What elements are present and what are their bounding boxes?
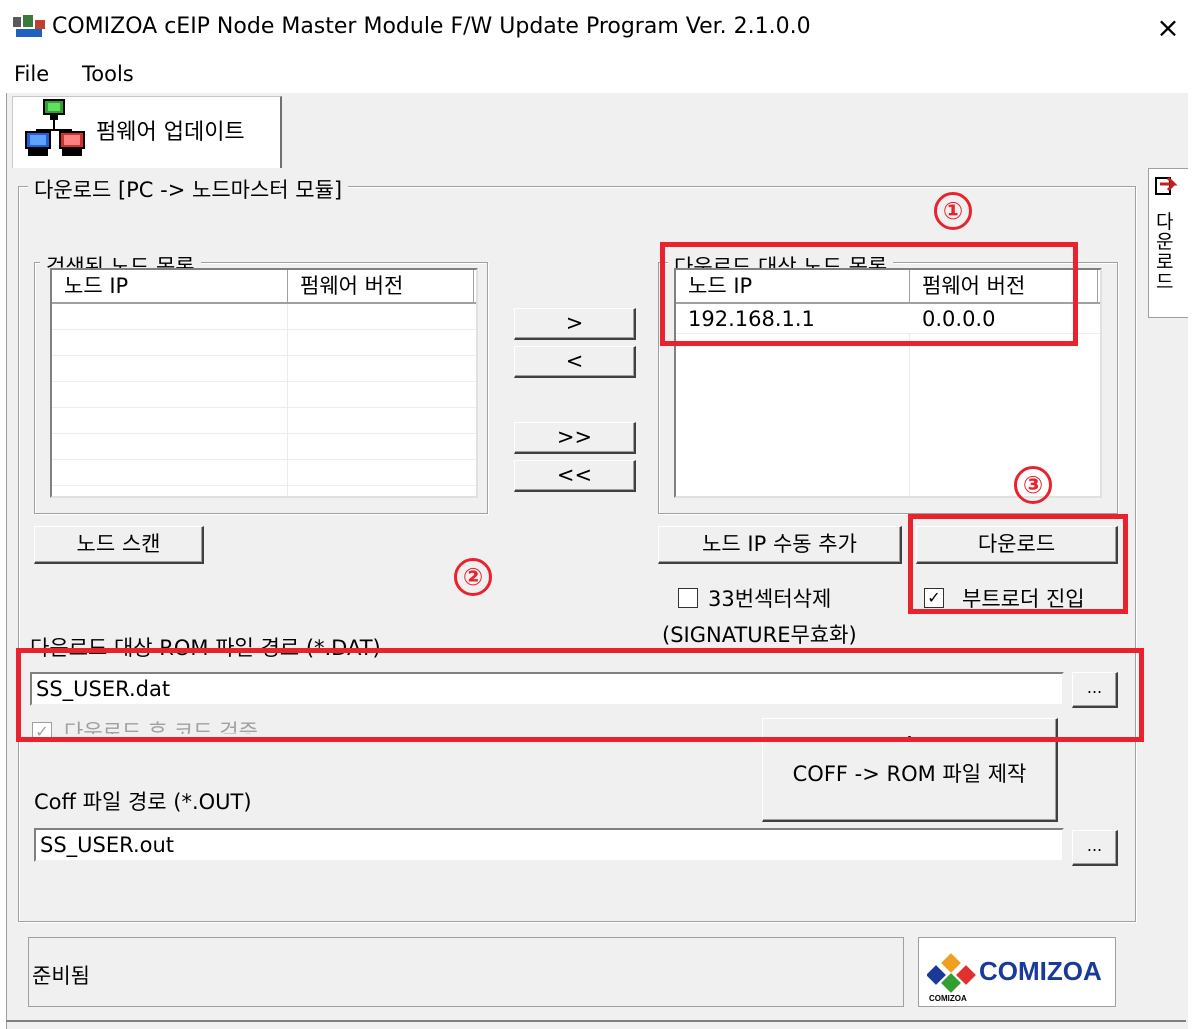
window-title: COMIZOA cEIP Node Master Module F/W Upda… xyxy=(52,14,811,39)
column-header-node-ip[interactable]: 노드 IP xyxy=(52,270,288,302)
coff-browse-button[interactable]: ... xyxy=(1072,830,1118,866)
annotation-box-1 xyxy=(660,242,1078,346)
column-header-fw-version[interactable]: 펌웨어 버전 xyxy=(288,270,474,302)
node-scan-button[interactable]: 노드 스캔 xyxy=(34,526,204,564)
delete-sector33-label: 33번섹터삭제 xyxy=(708,587,832,611)
tab-download-label: 다운로드 xyxy=(1156,211,1174,293)
move-left-button[interactable]: < xyxy=(514,346,636,378)
coff-path-input[interactable]: SS_USER.out xyxy=(34,828,1064,862)
download-arrow-icon xyxy=(1155,176,1178,195)
searched-nodes-list[interactable]: 노드 IP 펌웨어 버전 xyxy=(50,268,478,498)
divider xyxy=(6,1020,1186,1022)
signature-note: (SIGNATURE무효화) xyxy=(662,623,857,647)
menu-file[interactable]: File xyxy=(14,62,49,86)
list-header: 노드 IP 펌웨어 버전 xyxy=(52,270,476,304)
menu-bar xyxy=(0,56,1192,92)
delete-sector33-checkbox[interactable] xyxy=(678,588,698,608)
menu-tools[interactable]: Tools xyxy=(82,62,134,86)
status-text: 준비됨 xyxy=(32,964,90,988)
app-icon xyxy=(13,15,45,37)
move-all-right-button[interactable]: >> xyxy=(514,422,636,454)
tab-firmware-update-label: 펌웨어 업데이트 xyxy=(96,120,245,145)
logo-subtext: COMIZOA xyxy=(929,994,967,1003)
empty-rows xyxy=(52,304,476,496)
status-panel xyxy=(28,937,904,1007)
annotation-marker-2: ② xyxy=(454,558,492,596)
logo-mark-icon xyxy=(927,953,976,993)
move-right-button[interactable]: > xyxy=(514,308,636,340)
annotation-box-2 xyxy=(16,648,1144,742)
annotation-box-3 xyxy=(908,514,1128,614)
add-ip-manually-button[interactable]: 노드 IP 수동 추가 xyxy=(658,526,902,564)
network-computers-icon xyxy=(25,99,85,156)
column-divider xyxy=(287,304,288,496)
coff-path-label: Coff 파일 경로 (*.OUT) xyxy=(34,790,252,814)
logo-text: COMIZOA xyxy=(979,956,1102,986)
column-divider xyxy=(909,334,910,496)
move-all-left-button[interactable]: << xyxy=(514,460,636,492)
coff-to-rom-label: COFF -> ROM 파일 제작 xyxy=(792,762,1027,786)
annotation-marker-3: ③ xyxy=(1014,466,1052,504)
annotation-marker-1: ① xyxy=(934,192,972,230)
close-button[interactable]: × xyxy=(1150,8,1186,48)
download-group-label: 다운로드 [PC -> 노드마스터 모듈] xyxy=(28,174,349,204)
company-logo: COMIZOA COMIZOA xyxy=(918,937,1116,1007)
